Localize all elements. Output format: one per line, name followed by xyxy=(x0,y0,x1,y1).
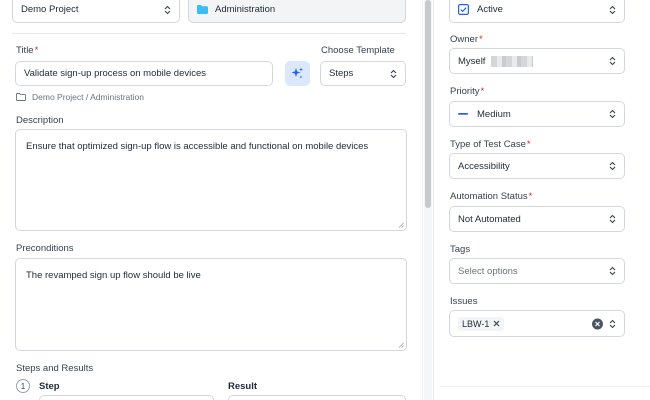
result-column-header: Result xyxy=(228,381,258,392)
step-column-header: Step xyxy=(39,381,60,392)
ai-generate-button[interactable] xyxy=(285,61,310,86)
issues-label: Issues xyxy=(450,296,478,307)
type-select-value: Accessibility xyxy=(458,160,510,172)
template-select-value: Steps xyxy=(329,68,354,79)
panel-divider-right xyxy=(433,0,434,400)
folder-select[interactable]: Administration xyxy=(188,0,406,23)
description-label: Description xyxy=(16,115,64,126)
steps-label: Steps and Results xyxy=(16,363,94,374)
remove-chip-icon[interactable] xyxy=(493,320,500,327)
automation-label: Automation Status* xyxy=(450,191,533,202)
preconditions-textarea[interactable]: The revamped sign up flow should be live xyxy=(15,258,407,351)
breadcrumb: Demo Project / Administration xyxy=(16,92,144,102)
result-input-border[interactable] xyxy=(228,395,406,400)
priority-select[interactable]: Medium xyxy=(449,101,625,127)
issue-chip-label: LBW-1 xyxy=(462,318,490,329)
breadcrumb-text: Demo Project / Administration xyxy=(32,92,144,102)
section-divider xyxy=(12,33,406,34)
scrollbar-thumb[interactable] xyxy=(425,0,431,208)
priority-label: Priority* xyxy=(450,86,485,97)
preconditions-text: The revamped sign up flow should be live xyxy=(26,270,201,281)
chevron-updown-icon xyxy=(609,109,616,119)
clear-circle-icon[interactable] xyxy=(592,318,603,329)
step-input-border[interactable] xyxy=(39,395,214,400)
project-select[interactable]: Demo Project xyxy=(12,0,180,23)
chevron-updown-icon xyxy=(609,161,616,171)
title-input[interactable]: Validate sign-up process on mobile devic… xyxy=(15,61,273,86)
resize-handle-icon[interactable] xyxy=(398,342,404,348)
automation-select-value: Not Automated xyxy=(458,213,521,225)
sparkle-icon xyxy=(291,67,303,79)
status-select[interactable]: Active xyxy=(449,0,625,23)
resize-handle-icon[interactable] xyxy=(398,222,404,228)
checkbox-check-icon xyxy=(458,4,469,15)
title-input-value: Validate sign-up process on mobile devic… xyxy=(24,68,207,79)
chevron-updown-icon xyxy=(609,56,616,66)
automation-select[interactable]: Not Automated xyxy=(449,206,625,232)
preconditions-label: Preconditions xyxy=(16,243,74,254)
chevron-updown-icon xyxy=(609,319,616,328)
chevron-updown-icon xyxy=(609,214,616,224)
tags-placeholder: Select options xyxy=(458,265,518,277)
template-select[interactable]: Steps xyxy=(320,61,406,86)
description-textarea[interactable]: Ensure that optimized sign-up flow is ac… xyxy=(15,129,407,231)
type-label: Type of Test Case* xyxy=(450,139,531,150)
issue-chip: LBW-1 xyxy=(458,316,505,331)
title-label: Title* xyxy=(16,45,39,56)
folder-select-value: Administration xyxy=(215,4,276,15)
chevron-updown-icon xyxy=(164,5,171,14)
chevron-updown-icon xyxy=(609,266,616,276)
folder-icon xyxy=(197,5,208,14)
owner-select[interactable]: Myself xyxy=(449,48,625,74)
owner-label: Owner* xyxy=(450,34,483,45)
panel-divider-left xyxy=(422,0,423,400)
priority-select-value: Medium xyxy=(477,108,511,120)
folder-outline-icon xyxy=(16,93,26,101)
template-label: Choose Template xyxy=(321,45,395,56)
issues-select[interactable]: LBW-1 xyxy=(449,310,625,337)
type-select[interactable]: Accessibility xyxy=(449,153,625,179)
status-select-value: Active xyxy=(477,4,503,15)
tags-select[interactable]: Select options xyxy=(449,258,625,284)
owner-redacted-name xyxy=(491,55,534,67)
project-select-value: Demo Project xyxy=(21,4,79,15)
right-panel-footer-divider xyxy=(440,386,650,387)
description-text: Ensure that optimized sign-up flow is ac… xyxy=(26,141,369,152)
chevron-updown-icon xyxy=(609,5,616,14)
owner-select-value: Myself xyxy=(458,55,486,67)
step-number-badge: 1 xyxy=(16,379,30,393)
dash-icon xyxy=(458,113,468,115)
tags-label: Tags xyxy=(450,244,471,255)
chevron-updown-icon xyxy=(390,69,397,78)
